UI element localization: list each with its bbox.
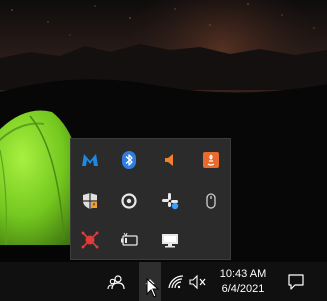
people-button[interactable] bbox=[103, 262, 129, 301]
volume-muted-icon bbox=[189, 274, 206, 289]
red-network-app-icon[interactable] bbox=[79, 229, 101, 251]
mouse-pointer-icon bbox=[146, 278, 160, 298]
battery-icon[interactable] bbox=[118, 229, 140, 251]
clock-time: 10:43 AM bbox=[219, 267, 267, 280]
tray-overflow-flyout bbox=[70, 138, 231, 260]
display-icon[interactable] bbox=[159, 229, 181, 251]
clock-date: 6/4/2021 bbox=[221, 282, 265, 295]
mouse-icon[interactable] bbox=[200, 190, 222, 212]
slack-icon[interactable] bbox=[159, 190, 181, 212]
logitech-options-icon[interactable] bbox=[118, 190, 140, 212]
clock-button[interactable]: 10:43 AM 6/4/2021 bbox=[212, 262, 274, 301]
malwarebytes-icon[interactable] bbox=[79, 149, 101, 171]
people-icon bbox=[107, 274, 125, 289]
bluetooth-icon[interactable] bbox=[118, 149, 140, 171]
windows-security-icon[interactable] bbox=[79, 190, 101, 212]
wifi-icon bbox=[168, 274, 184, 288]
java-update-icon[interactable] bbox=[200, 149, 222, 171]
action-center-button[interactable] bbox=[284, 262, 308, 301]
speaker-orange-icon[interactable] bbox=[159, 149, 181, 171]
network-button[interactable] bbox=[166, 262, 186, 301]
taskbar: 10:43 AM 6/4/2021 bbox=[0, 262, 327, 301]
action-center-icon bbox=[288, 273, 304, 290]
volume-button[interactable] bbox=[188, 262, 208, 301]
